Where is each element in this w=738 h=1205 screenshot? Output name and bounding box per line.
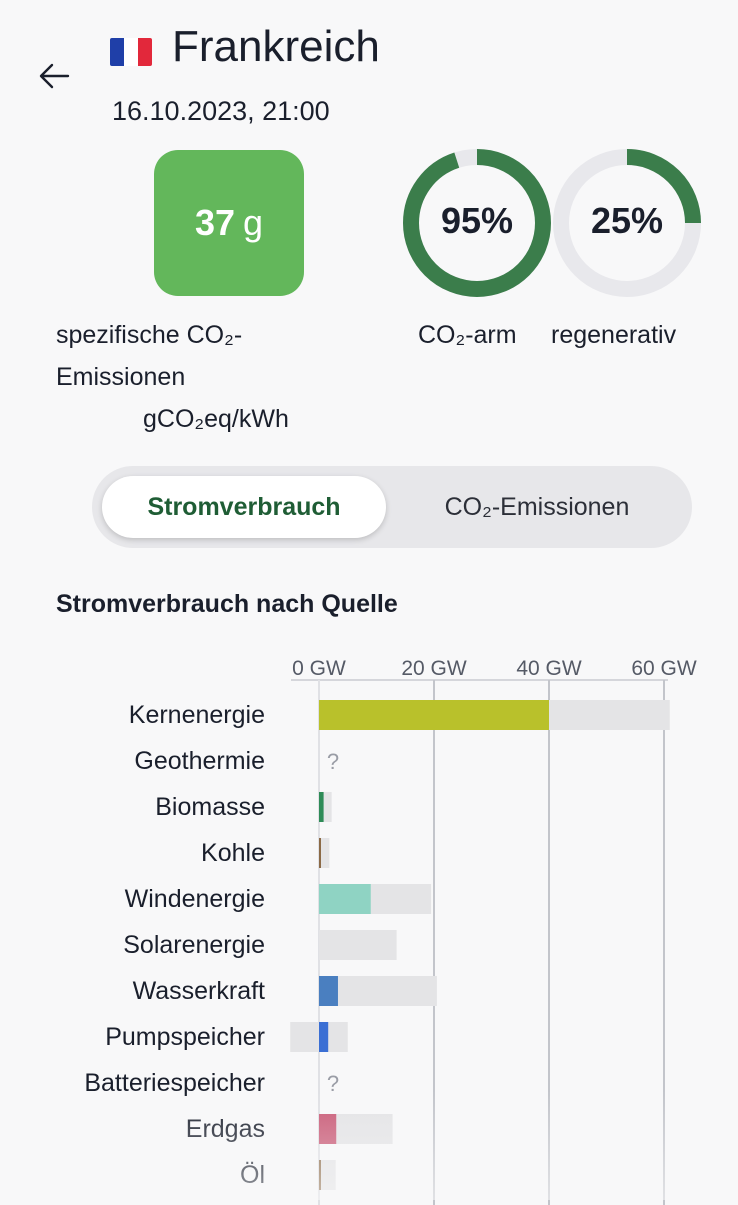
production-bar	[319, 1160, 321, 1190]
unknown-marker: ?	[327, 1071, 339, 1096]
row-label: Wasserkraft	[133, 977, 265, 1005]
datetime: 16.10.2023, 21:00	[112, 96, 330, 126]
x-tick-label: 0 GW	[292, 657, 346, 680]
row-label: Erdgas	[186, 1115, 265, 1143]
page-title: Frankreich	[172, 22, 380, 71]
co2-label-unit: gCO₂eq/kWh	[143, 405, 289, 433]
back-button[interactable]	[32, 56, 76, 100]
row-label: Biomasse	[155, 793, 265, 821]
production-bar	[319, 700, 549, 730]
co2-label-line1: spezifische CO₂-	[56, 321, 243, 349]
row-label: Windenergie	[125, 885, 265, 913]
row-label: Pumpspeicher	[105, 1023, 265, 1051]
capacity-bar	[319, 930, 397, 960]
row-label: Geothermie	[134, 747, 265, 775]
tab-consumption[interactable]: Stromverbrauch	[102, 476, 386, 538]
renewable-label: regenerativ	[551, 321, 677, 349]
x-tick-label: 20 GW	[401, 657, 467, 680]
production-bar	[319, 1022, 329, 1052]
arrow-left-icon	[39, 63, 70, 89]
production-bar	[319, 838, 321, 868]
unknown-marker: ?	[327, 749, 339, 774]
tab-emissions[interactable]: CO₂-Emissionen	[392, 476, 682, 538]
co2-label-line2: Emissionen	[56, 363, 186, 391]
row-label: Kohle	[201, 839, 265, 867]
co2-unit: g	[243, 202, 264, 243]
row-label: Batteriespeicher	[84, 1069, 265, 1097]
capacity-bar	[319, 1160, 336, 1190]
low-carbon-percent: 95%	[440, 200, 514, 241]
production-bar	[319, 792, 324, 822]
production-bar	[319, 976, 338, 1006]
x-tick-label: 40 GW	[516, 657, 582, 680]
co2-intensity-badge: 37 g	[154, 150, 304, 296]
row-label: Kernenergie	[129, 701, 265, 729]
production-bar	[319, 884, 371, 914]
x-tick-label: 60 GW	[631, 657, 697, 680]
france-flag-icon	[110, 38, 152, 66]
row-label: Öl	[240, 1161, 265, 1189]
low-carbon-label: CO₂-arm	[418, 321, 517, 349]
production-bar	[319, 1114, 337, 1144]
view-toggle: Stromverbrauch CO₂-Emissionen	[92, 466, 692, 548]
row-label: Solarenergie	[123, 931, 265, 959]
section-title: Stromverbrauch nach Quelle	[56, 590, 398, 618]
source-bar-chart: 0 GW 20 GW 40 GW 60 GW Kernenergie Geothermie…	[84, 657, 697, 1205]
renewable-percent: 25%	[590, 200, 664, 241]
co2-value: 37	[194, 202, 235, 243]
